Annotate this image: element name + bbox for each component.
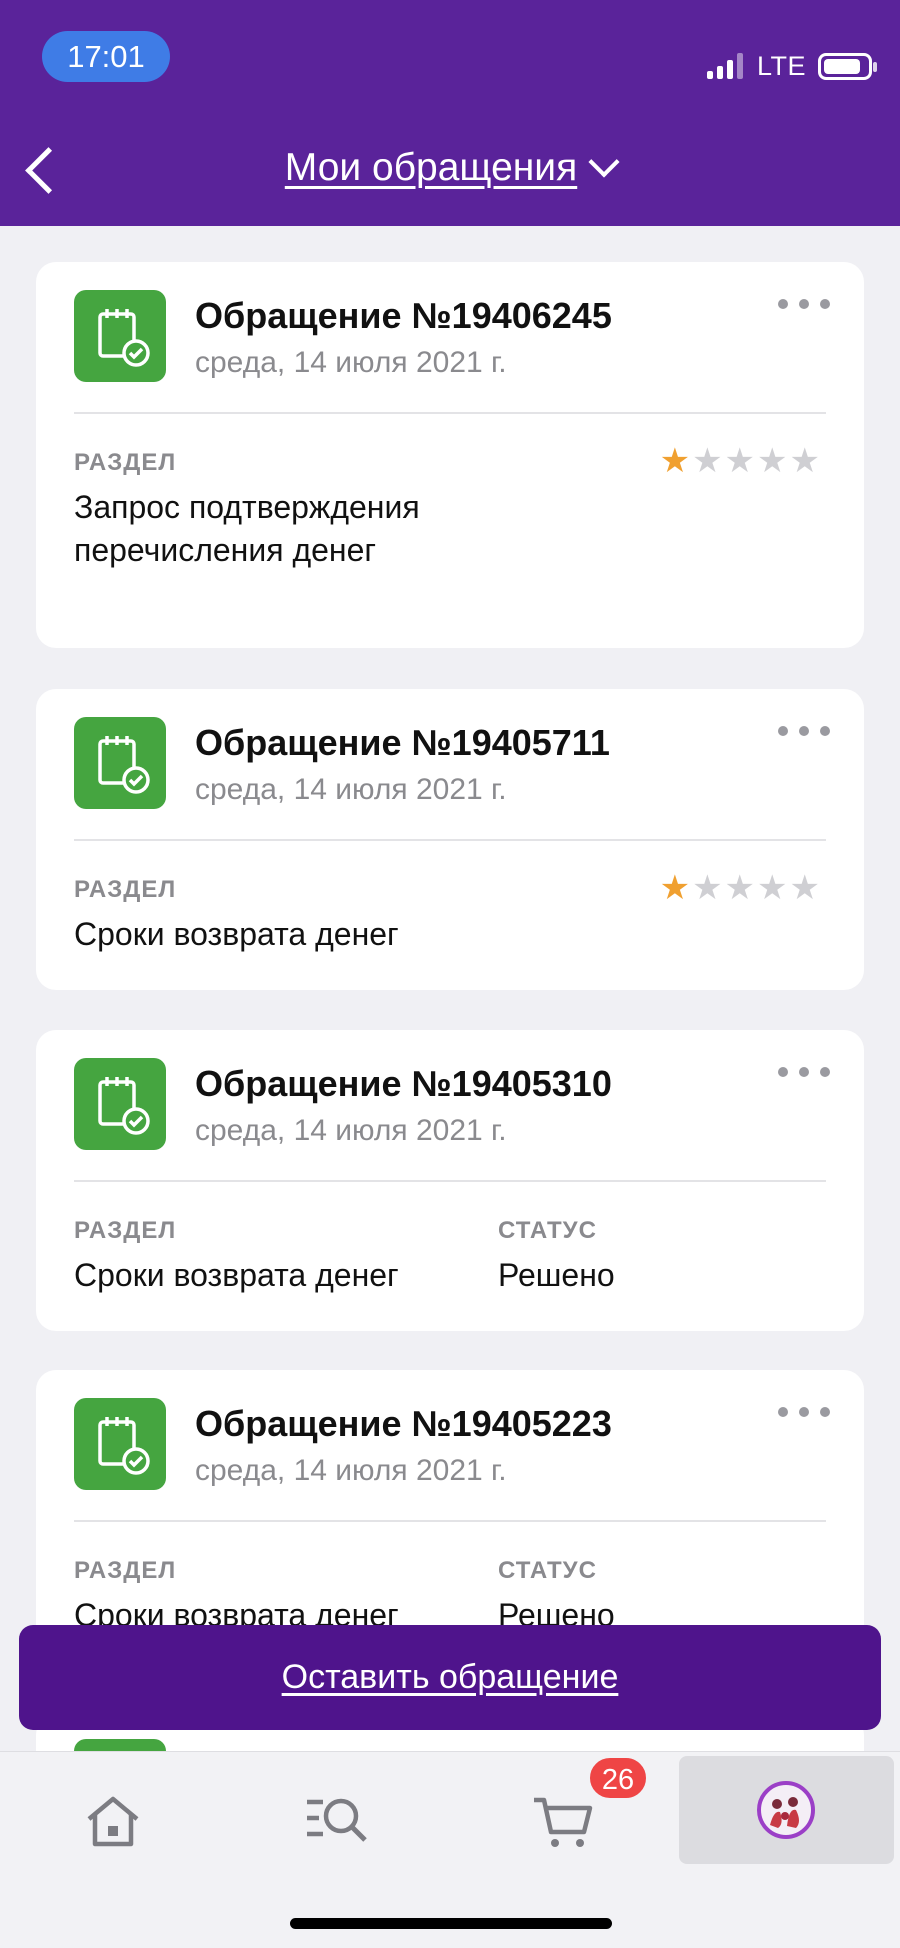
page-title: Мои обращения [284,146,578,189]
ticket-title: Обращение №19405223 [195,1403,612,1444]
divider [74,1520,826,1522]
rating-stars[interactable]: ★ ★ ★ ★ ★ [660,444,820,478]
section-label: РАЗДЕЛ [74,1217,177,1244]
star-filled-icon[interactable]: ★ [660,871,690,905]
tab-home[interactable] [0,1762,225,1874]
ticket-date: среда, 14 июля 2021 г. [195,346,507,379]
ticket-title: Обращение №19405711 [195,722,610,763]
ticket-card[interactable]: Обращение №19406245 среда, 14 июля 2021 … [36,262,864,648]
more-options-button[interactable] [778,1060,830,1084]
network-label: LTE [756,50,806,81]
divider [74,1180,826,1182]
divider [74,412,826,414]
home-icon [87,1796,139,1847]
cart-icon [534,1797,593,1847]
signal-icon [706,53,743,79]
status-label: СТАТУС [498,1557,597,1584]
star-empty-icon[interactable]: ★ [790,871,820,905]
star-empty-icon[interactable]: ★ [692,444,722,478]
ticket-date: среда, 14 июля 2021 г. [195,1114,507,1147]
cart-badge: 26 [588,1756,648,1800]
star-empty-icon[interactable]: ★ [757,444,787,478]
ticket-icon [74,290,166,382]
section-label: РАЗДЕЛ [74,1557,177,1584]
ticket-title: Обращение №19405310 [195,1063,612,1104]
ticket-icon [74,1058,166,1150]
star-filled-icon[interactable]: ★ [660,444,690,478]
more-options-button[interactable] [778,292,830,316]
ticket-icon [74,1398,166,1490]
profile-avatar-icon [757,1781,815,1839]
star-empty-icon[interactable]: ★ [790,444,820,478]
ticket-icon [74,717,166,809]
title-dropdown[interactable]: Мои обращения [0,146,900,190]
star-empty-icon[interactable]: ★ [725,871,755,905]
section-value: Запрос подтверждения перечисления денег [74,489,420,568]
catalog-search-icon [307,1798,367,1842]
new-ticket-button[interactable]: Оставить обращение [19,1625,881,1730]
battery-icon [818,52,877,80]
more-options-button[interactable] [778,719,830,743]
divider [74,839,826,841]
section-label: РАЗДЕЛ [74,876,177,903]
ticket-card[interactable]: Обращение №19405711 среда, 14 июля 2021 … [36,689,864,990]
section-value: Сроки возврата денег [74,916,399,952]
section-value: Сроки возврата денег [74,1257,399,1293]
top-bar: 17:01 LTE Мои обращения [0,0,900,226]
status-label: СТАТУС [498,1217,597,1244]
tab-catalog[interactable] [225,1762,450,1874]
star-empty-icon[interactable]: ★ [725,444,755,478]
more-options-button[interactable] [778,1400,830,1424]
star-empty-icon[interactable]: ★ [692,871,722,905]
star-empty-icon[interactable]: ★ [757,871,787,905]
chevron-down-icon [588,146,620,178]
tab-profile[interactable] [679,1756,894,1864]
ticket-card[interactable]: Обращение №19405310 среда, 14 июля 2021 … [36,1030,864,1331]
status-indicators: LTE [706,46,877,86]
home-indicator[interactable] [290,1918,612,1929]
status-value: Решено [498,1257,615,1293]
ticket-date: среда, 14 июля 2021 г. [195,1454,507,1487]
ticket-date: среда, 14 июля 2021 г. [195,773,507,806]
section-label: РАЗДЕЛ [74,449,177,476]
rating-stars[interactable]: ★ ★ ★ ★ ★ [660,871,820,905]
ticket-title: Обращение №19406245 [195,295,612,336]
status-time: 17:01 [42,31,170,82]
